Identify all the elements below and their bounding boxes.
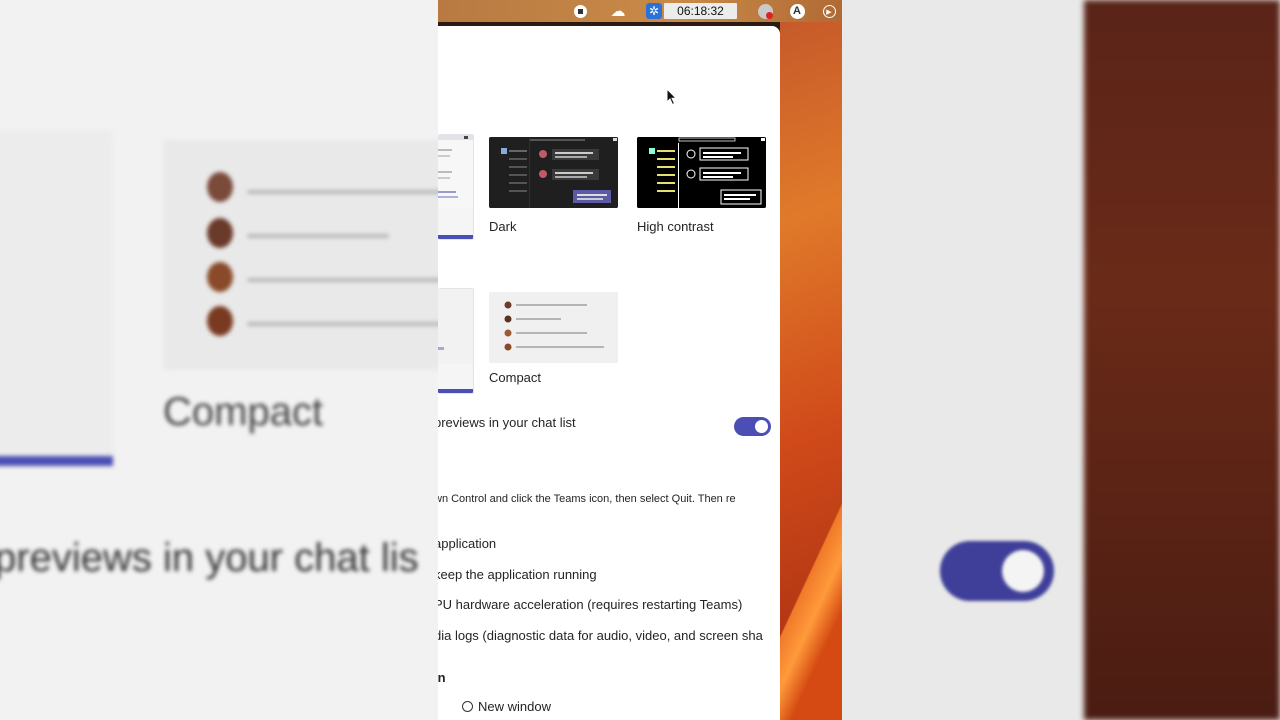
background-theme-card (0, 130, 113, 466)
theme-dark-label: Dark (489, 219, 517, 234)
selected-indicator (438, 389, 473, 393)
layout-compact-thumbnail[interactable] (489, 292, 618, 363)
chat-previews-toggle[interactable] (734, 417, 771, 436)
open-in-heading: in (438, 670, 446, 685)
app-option-keep-running[interactable]: keep the application running (438, 567, 597, 582)
quit-instruction-text: wn Control and click the Teams icon, the… (438, 493, 736, 505)
background-left: Compact previews in your chat lis (0, 0, 438, 720)
clock-display[interactable]: 06:18:32 (664, 3, 737, 19)
layout-default-thumbnail[interactable] (438, 288, 474, 394)
cloud-icon[interactable]: ☁ (608, 3, 628, 20)
app-option-gpu-acceleration[interactable]: PU hardware acceleration (requires resta… (438, 597, 742, 612)
theme-high-contrast-thumbnail[interactable] (637, 137, 766, 208)
chat-previews-label: previews in your chat list (438, 415, 576, 430)
background-compact-preview (163, 140, 438, 370)
new-window-option[interactable]: New window (462, 699, 551, 714)
mouse-cursor-icon (666, 88, 678, 106)
desktop-wallpaper (780, 0, 842, 720)
play-icon[interactable]: ▶ (821, 3, 837, 19)
radio-button[interactable] (462, 701, 473, 712)
background-right (842, 0, 1280, 720)
theme-dark-thumbnail[interactable] (489, 137, 618, 208)
background-previews-text: previews in your chat lis (0, 536, 419, 580)
background-compact-label: Compact (163, 390, 324, 434)
settings-panel: Dark High contrast Compact previews in y… (438, 26, 780, 720)
gear-icon[interactable]: ✲ (646, 3, 662, 19)
menu-bar: ☁ ✲ 06:18:32 A ▶ (438, 0, 842, 22)
stop-icon[interactable] (573, 3, 587, 19)
layout-compact-label: Compact (489, 370, 542, 385)
app-option-auto-start[interactable]: application (438, 536, 496, 551)
selected-indicator (438, 235, 473, 239)
toggle-knob (755, 420, 768, 433)
background-toggle (940, 541, 1054, 601)
theme-high-contrast-label: High contrast (637, 219, 714, 234)
new-window-label: New window (478, 699, 551, 714)
app-option-media-logs[interactable]: dia logs (diagnostic data for audio, vid… (438, 628, 763, 643)
theme-default-thumbnail[interactable] (438, 134, 474, 240)
recording-icon[interactable] (756, 3, 774, 19)
app-a-icon[interactable]: A (789, 3, 805, 19)
